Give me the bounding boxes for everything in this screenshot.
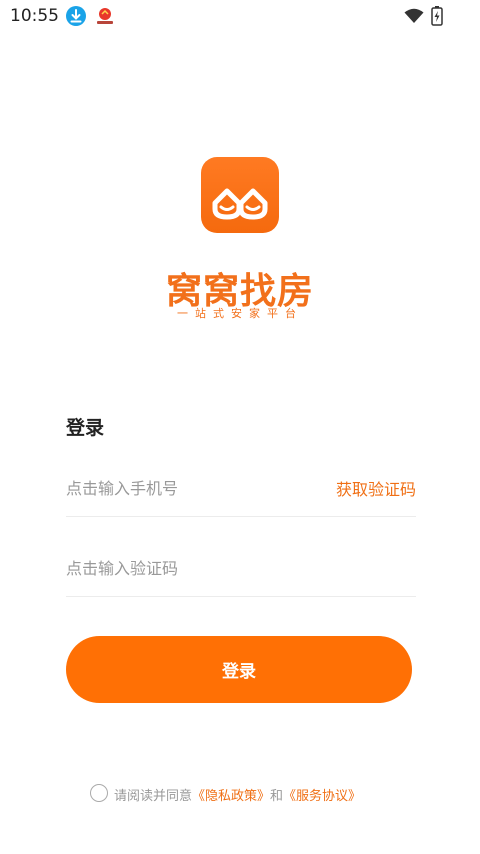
battery-charging-icon xyxy=(431,6,443,30)
agree-checkbox[interactable] xyxy=(90,784,108,802)
app-logo xyxy=(201,157,279,233)
agreement-prefix: 请阅读并同意 xyxy=(114,789,193,804)
get-code-button[interactable]: 获取验证码 xyxy=(336,476,416,500)
app-notification-icon xyxy=(95,6,115,26)
privacy-policy-link[interactable]: 《隐私政策》 xyxy=(192,789,270,804)
login-heading: 登录 xyxy=(66,417,105,439)
status-bar: 10:55 xyxy=(0,0,480,34)
agreement-text: 请阅读并同意《隐私政策》和《服务协议》 xyxy=(114,785,361,804)
login-button[interactable]: 登录 xyxy=(66,636,412,703)
phone-input[interactable] xyxy=(66,474,306,502)
download-notification-icon xyxy=(66,6,86,26)
status-time: 10:55 xyxy=(10,6,59,26)
agreement-row: 请阅读并同意《隐私政策》和《服务协议》 xyxy=(90,784,410,804)
brand-tagline: 一站式安家平台 xyxy=(177,307,303,320)
wifi-icon xyxy=(404,8,424,28)
service-agreement-link[interactable]: 《服务协议》 xyxy=(283,789,361,804)
phone-field-row: 获取验证码 xyxy=(66,466,416,517)
verification-code-input[interactable] xyxy=(66,554,306,582)
code-field-row xyxy=(66,546,416,597)
agreement-conjunction: 和 xyxy=(270,789,284,804)
house-logo-icon xyxy=(212,188,268,220)
